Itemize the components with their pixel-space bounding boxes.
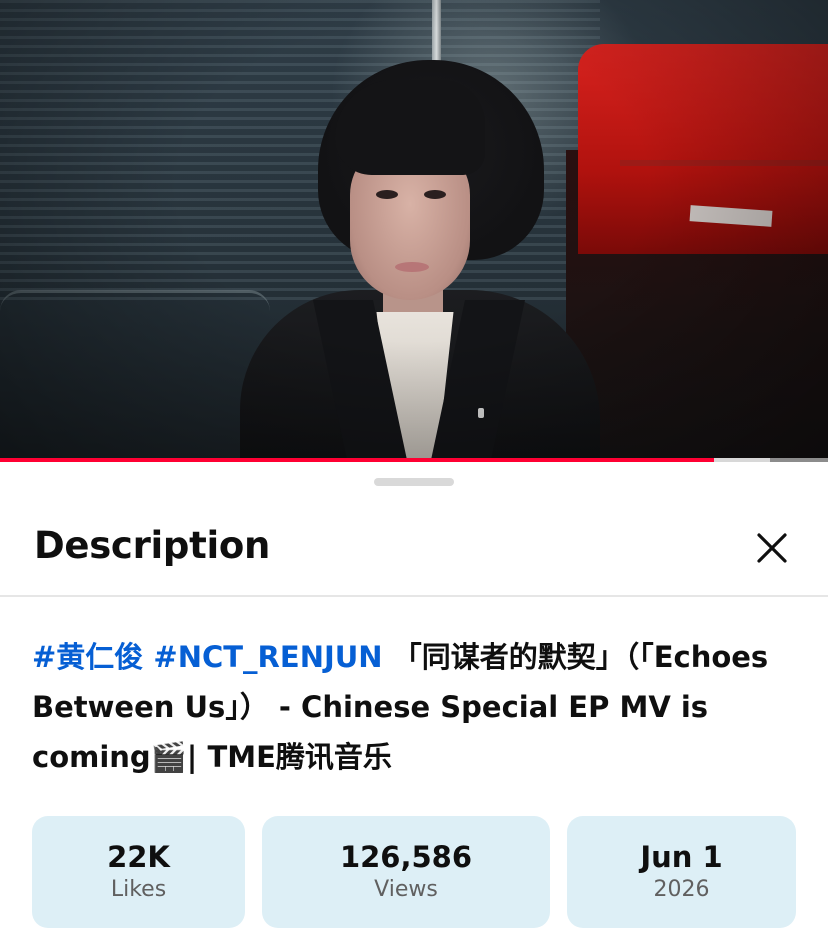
video-player[interactable] <box>0 0 828 462</box>
hashtag-link[interactable]: #NCT_RENJUN <box>153 640 382 674</box>
sheet-divider <box>0 595 828 597</box>
publish-year: 2026 <box>653 877 710 902</box>
date-stat: Jun 1 2026 <box>567 816 796 928</box>
description-sheet: Description #黄仁俊 #NCT_RENJUN 「同谋者的默契」（「E… <box>0 462 828 935</box>
close-icon <box>757 533 787 563</box>
sheet-drag-handle[interactable] <box>374 478 454 486</box>
likes-label: Likes <box>110 877 167 902</box>
video-description: #黄仁俊 #NCT_RENJUN 「同谋者的默契」（「Echoes Betwee… <box>32 632 802 782</box>
sheet-title: Description <box>34 524 271 567</box>
views-label: Views <box>374 877 438 902</box>
close-button[interactable] <box>748 524 796 572</box>
views-stat: 126,586 Views <box>262 816 550 928</box>
video-stats: 22K Likes 126,586 Views Jun 1 2026 <box>32 816 796 928</box>
likes-count: 22K <box>107 840 170 874</box>
likes-stat: 22K Likes <box>32 816 245 928</box>
hashtag-link[interactable]: #黄仁俊 <box>32 640 143 674</box>
publish-date: Jun 1 <box>640 840 723 874</box>
views-count: 126,586 <box>339 840 473 874</box>
video-vignette <box>0 0 828 462</box>
description-text: 「同谋者的默契」（「Echoes Between Us」） - Chinese … <box>32 640 769 774</box>
